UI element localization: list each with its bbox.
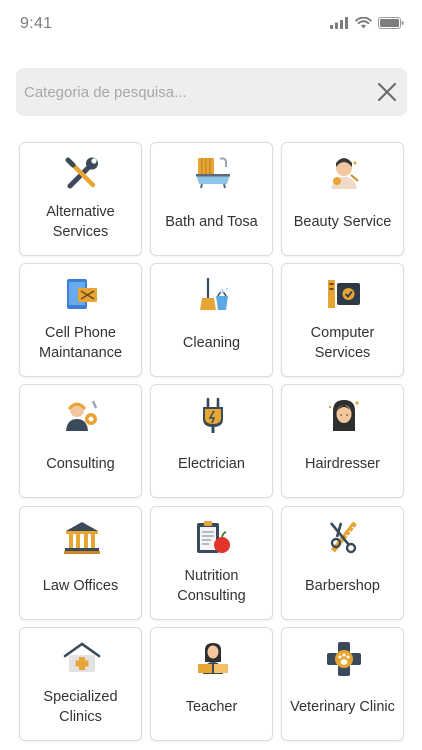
category-label: Barbershop [305, 578, 380, 594]
category-label: Cleaning [182, 335, 241, 351]
category-cleaning[interactable]: Cleaning [150, 263, 273, 377]
bathtub-icon [194, 155, 232, 193]
plug-icon [194, 397, 232, 435]
category-label: Bath and Tosa [165, 214, 258, 230]
consulting-icon [63, 397, 101, 435]
status-icons [330, 17, 404, 29]
nutrition-icon [194, 519, 232, 557]
tools-icon [63, 155, 101, 193]
category-cell-phone-maintanance[interactable]: Cell Phone Maintanance [19, 263, 142, 377]
cleaning-icon [194, 276, 232, 314]
battery-icon [378, 17, 404, 29]
status-bar: 9:41 [0, 0, 422, 50]
category-law-offices[interactable]: Law Offices [19, 506, 142, 620]
clear-search-button[interactable] [375, 80, 399, 104]
computer-icon [325, 276, 363, 314]
courthouse-icon [63, 519, 101, 557]
wifi-icon [355, 17, 372, 29]
category-alternative-services[interactable]: Alternative Services [19, 142, 142, 256]
category-computer-services[interactable]: Computer Services [281, 263, 404, 377]
category-label: Alternative Services [46, 204, 115, 240]
category-label: Computer Services [310, 325, 375, 361]
search-input[interactable] [16, 68, 356, 116]
category-label: Electrician [178, 456, 245, 472]
category-specialized-clinics[interactable]: Specialized Clinics [19, 627, 142, 741]
category-nutrition-consulting[interactable]: Nutrition Consulting [150, 506, 273, 620]
category-label: Law Offices [42, 578, 119, 594]
status-time: 9:41 [20, 15, 53, 32]
beauty-icon [325, 155, 363, 193]
category-label: Consulting [46, 456, 115, 472]
category-hairdresser[interactable]: Hairdresser [281, 384, 404, 498]
category-teacher[interactable]: Teacher [150, 627, 273, 741]
category-label: Teacher [185, 699, 238, 715]
category-label: Nutrition Consulting [177, 568, 246, 604]
category-electrician[interactable]: Electrician [150, 384, 273, 498]
scissors-comb-icon [325, 519, 363, 557]
signal-icon [330, 17, 348, 29]
category-label: Hairdresser [305, 456, 380, 472]
hairdresser-icon [325, 397, 363, 435]
category-label: Cell Phone Maintanance [38, 325, 123, 361]
category-beauty-service[interactable]: Beauty Service [281, 142, 404, 256]
category-label: Beauty Service [293, 214, 392, 230]
category-barbershop[interactable]: Barbershop [281, 506, 404, 620]
category-label: Veterinary Clinic [290, 699, 395, 715]
category-bath-and-tosa[interactable]: Bath and Tosa [150, 142, 273, 256]
clinic-icon [63, 640, 101, 678]
teacher-icon [194, 640, 232, 678]
search-bar [16, 68, 407, 116]
phone-repair-icon [63, 276, 101, 314]
category-consulting[interactable]: Consulting [19, 384, 142, 498]
veterinary-icon [325, 640, 363, 678]
category-label: Specialized Clinics [43, 689, 118, 725]
category-veterinary-clinic[interactable]: Veterinary Clinic [281, 627, 404, 741]
close-icon [377, 82, 397, 102]
